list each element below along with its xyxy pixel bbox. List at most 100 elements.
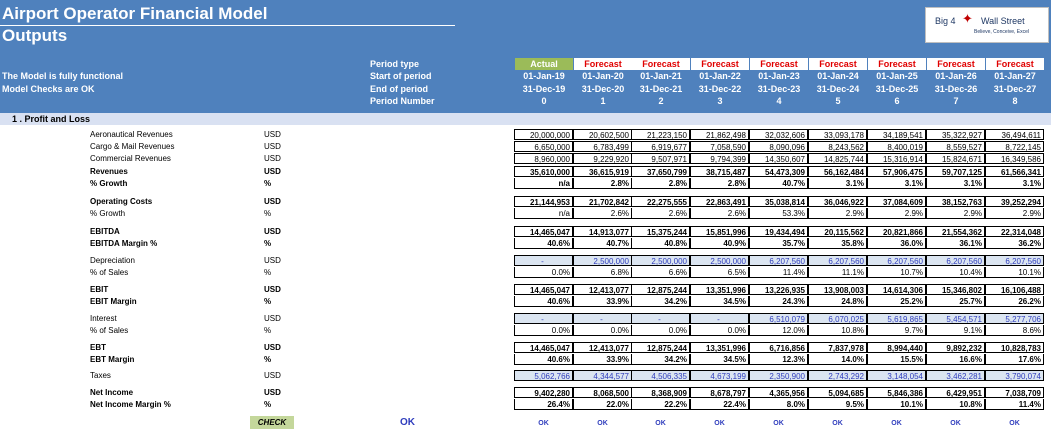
table-cell[interactable]: 14,913,077 xyxy=(573,226,632,237)
table-cell[interactable]: 9,794,399 xyxy=(690,153,749,164)
table-cell[interactable]: 40.7% xyxy=(749,178,808,189)
table-cell[interactable]: 21,862,498 xyxy=(690,129,749,140)
table-cell[interactable]: 12,875,244 xyxy=(631,342,690,353)
table-cell[interactable]: 40.7% xyxy=(573,238,632,249)
table-cell[interactable]: 10,828,783 xyxy=(985,342,1044,353)
table-cell[interactable]: 22.4% xyxy=(690,399,749,410)
table-cell[interactable]: 9,507,971 xyxy=(631,153,690,164)
table-cell[interactable]: 22,314,048 xyxy=(985,226,1044,237)
table-cell[interactable]: 24.3% xyxy=(749,296,808,307)
table-cell[interactable]: - xyxy=(631,313,690,324)
table-cell[interactable]: 14,465,047 xyxy=(514,226,573,237)
table-cell[interactable]: 9,229,920 xyxy=(573,153,632,164)
table-cell[interactable]: 2.9% xyxy=(808,208,867,219)
table-cell[interactable]: 11.1% xyxy=(808,267,867,278)
table-cell[interactable]: 12,413,077 xyxy=(573,284,632,295)
table-cell[interactable]: 3.1% xyxy=(867,178,926,189)
table-cell[interactable]: 40.9% xyxy=(690,238,749,249)
table-cell[interactable]: 38,715,487 xyxy=(690,166,749,177)
table-cell[interactable]: 34.5% xyxy=(690,354,749,365)
table-cell[interactable]: 8,068,500 xyxy=(573,387,632,398)
table-cell[interactable]: 36,494,611 xyxy=(985,129,1044,140)
table-cell[interactable]: 2.6% xyxy=(631,208,690,219)
table-cell[interactable]: 15,851,996 xyxy=(690,226,749,237)
table-cell[interactable]: 8,090,096 xyxy=(749,141,808,152)
table-cell[interactable]: 33,093,178 xyxy=(808,129,867,140)
table-cell[interactable]: 16,106,488 xyxy=(985,284,1044,295)
table-cell[interactable]: 12,875,244 xyxy=(631,284,690,295)
table-cell[interactable]: 6,207,560 xyxy=(749,255,808,266)
table-cell[interactable]: 11.4% xyxy=(985,399,1044,410)
table-cell[interactable]: 34.2% xyxy=(631,296,690,307)
table-cell[interactable]: 5,062,766 xyxy=(514,370,573,381)
table-cell[interactable]: 6,716,856 xyxy=(749,342,808,353)
table-cell[interactable]: 6,429,951 xyxy=(926,387,985,398)
table-cell[interactable]: 40.6% xyxy=(514,354,573,365)
table-cell[interactable]: 6,783,499 xyxy=(573,141,632,152)
table-cell[interactable]: 35,038,814 xyxy=(749,196,808,207)
table-cell[interactable]: 14,465,047 xyxy=(514,284,573,295)
table-cell[interactable]: 20,821,866 xyxy=(867,226,926,237)
table-cell[interactable]: 21,554,362 xyxy=(926,226,985,237)
table-cell[interactable]: 13,351,996 xyxy=(690,342,749,353)
table-cell[interactable]: 26.2% xyxy=(985,296,1044,307)
table-cell[interactable]: 35,610,000 xyxy=(514,166,573,177)
table-cell[interactable]: 3,790,074 xyxy=(985,370,1044,381)
table-cell[interactable]: 6,070,025 xyxy=(808,313,867,324)
table-cell[interactable]: 2.9% xyxy=(926,208,985,219)
table-cell[interactable]: 4,506,335 xyxy=(631,370,690,381)
table-cell[interactable]: 25.2% xyxy=(867,296,926,307)
table-cell[interactable]: 8,678,797 xyxy=(690,387,749,398)
table-cell[interactable]: n/a xyxy=(514,178,573,189)
table-cell[interactable]: 19,434,494 xyxy=(749,226,808,237)
table-cell[interactable]: 0.0% xyxy=(514,267,573,278)
table-cell[interactable]: 5,094,685 xyxy=(808,387,867,398)
table-cell[interactable]: 2.8% xyxy=(631,178,690,189)
table-cell[interactable]: 8.0% xyxy=(749,399,808,410)
table-cell[interactable]: 22.0% xyxy=(573,399,632,410)
table-cell[interactable]: 13,351,996 xyxy=(690,284,749,295)
table-cell[interactable]: 14,614,306 xyxy=(867,284,926,295)
table-cell[interactable]: 2.9% xyxy=(985,208,1044,219)
table-cell[interactable]: 40.6% xyxy=(514,238,573,249)
table-cell[interactable]: 13,226,935 xyxy=(749,284,808,295)
table-cell[interactable]: 5,846,386 xyxy=(867,387,926,398)
table-cell[interactable]: 6,207,560 xyxy=(985,255,1044,266)
table-cell[interactable]: 4,365,956 xyxy=(749,387,808,398)
table-cell[interactable]: 57,906,475 xyxy=(867,166,926,177)
table-cell[interactable]: 56,162,484 xyxy=(808,166,867,177)
table-cell[interactable]: 10.4% xyxy=(926,267,985,278)
table-cell[interactable]: 36,046,922 xyxy=(808,196,867,207)
table-cell[interactable]: 2.9% xyxy=(867,208,926,219)
table-cell[interactable]: 9.1% xyxy=(926,325,985,336)
table-cell[interactable]: 4,673,199 xyxy=(690,370,749,381)
table-cell[interactable]: 16,349,586 xyxy=(985,153,1044,164)
table-cell[interactable]: 8,243,562 xyxy=(808,141,867,152)
table-cell[interactable]: 10.8% xyxy=(926,399,985,410)
table-cell[interactable]: 0.0% xyxy=(631,325,690,336)
table-cell[interactable]: 36,615,919 xyxy=(573,166,632,177)
table-cell[interactable]: 22,275,555 xyxy=(631,196,690,207)
table-cell[interactable]: 2.6% xyxy=(690,208,749,219)
table-cell[interactable]: 2.8% xyxy=(573,178,632,189)
table-cell[interactable]: 6,919,677 xyxy=(631,141,690,152)
table-cell[interactable]: 0.0% xyxy=(690,325,749,336)
table-cell[interactable]: 14,350,607 xyxy=(749,153,808,164)
table-cell[interactable]: 14.0% xyxy=(808,354,867,365)
table-cell[interactable]: 6.6% xyxy=(631,267,690,278)
table-cell[interactable]: 10.8% xyxy=(808,325,867,336)
table-cell[interactable]: 15,824,671 xyxy=(926,153,985,164)
table-cell[interactable]: 12,413,077 xyxy=(573,342,632,353)
table-cell[interactable]: 21,144,953 xyxy=(514,196,573,207)
check-button[interactable]: CHECK xyxy=(250,416,294,429)
table-cell[interactable]: 10.7% xyxy=(867,267,926,278)
table-cell[interactable]: 14,825,744 xyxy=(808,153,867,164)
table-cell[interactable]: 37,084,609 xyxy=(867,196,926,207)
table-cell[interactable]: 17.6% xyxy=(985,354,1044,365)
table-cell[interactable]: 34,189,541 xyxy=(867,129,926,140)
table-cell[interactable]: 22,863,491 xyxy=(690,196,749,207)
table-cell[interactable]: 8,559,527 xyxy=(926,141,985,152)
table-cell[interactable]: 7,038,709 xyxy=(985,387,1044,398)
table-cell[interactable]: 53.3% xyxy=(749,208,808,219)
table-cell[interactable]: 0.0% xyxy=(514,325,573,336)
